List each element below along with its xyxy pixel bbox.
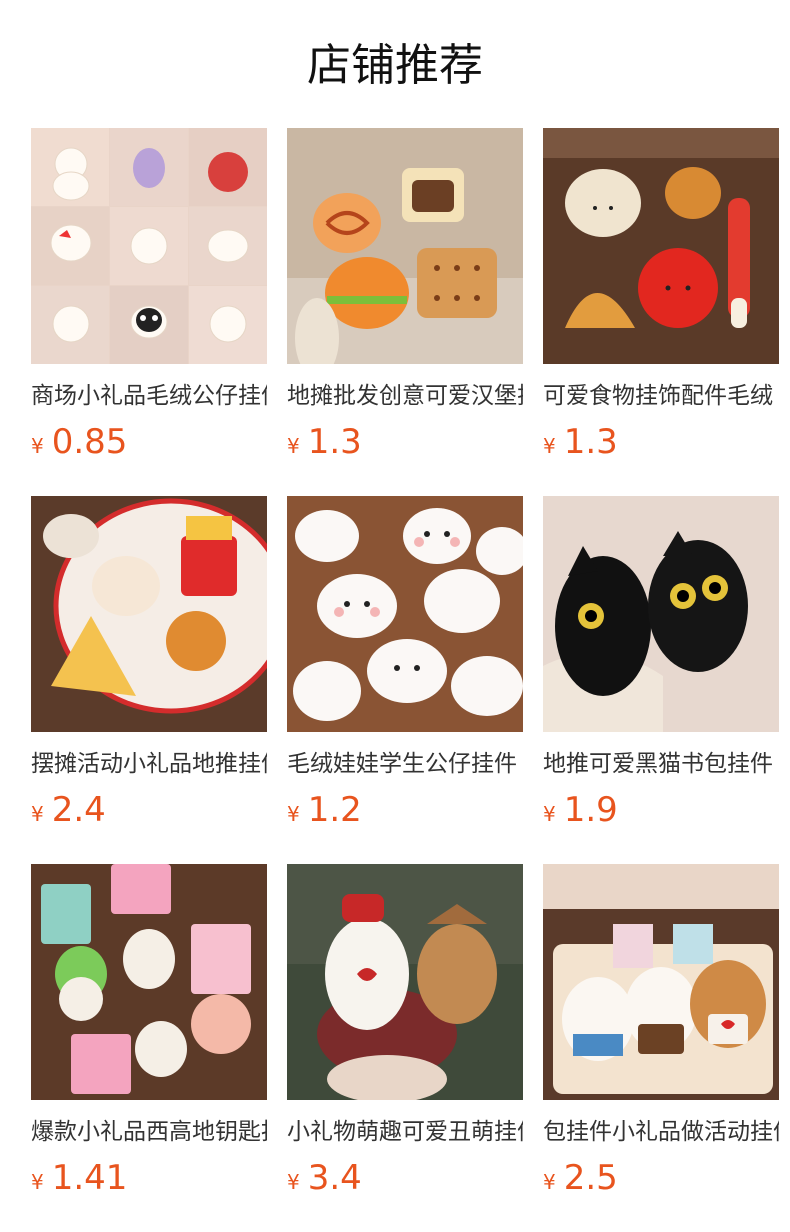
product-name[interactable]: 包挂件小礼品做活动挂件 bbox=[543, 1116, 779, 1148]
product-name[interactable]: 商场小礼品毛绒公仔挂件 bbox=[31, 380, 267, 412]
product-price: ¥ 2.4 bbox=[31, 788, 267, 832]
westie-plush-image[interactable] bbox=[31, 864, 267, 1100]
product-card[interactable]: 包挂件小礼品做活动挂件 ¥ 2.5 bbox=[543, 864, 779, 1232]
black-cat-plush-image[interactable] bbox=[543, 496, 779, 732]
product-price: ¥ 1.3 bbox=[287, 420, 523, 464]
price-amount: 1.3 bbox=[307, 422, 362, 462]
product-price: ¥ 3.4 bbox=[287, 1156, 523, 1200]
product-name[interactable]: 可爱食物挂饰配件毛绒 bbox=[543, 380, 779, 412]
product-name[interactable]: 地摊批发创意可爱汉堡挂件 bbox=[287, 380, 523, 412]
product-price: ¥ 1.41 bbox=[31, 1156, 267, 1200]
page-title: 店铺推荐 bbox=[307, 40, 483, 91]
product-card[interactable]: 商场小礼品毛绒公仔挂件 ¥ 0.85 bbox=[31, 128, 267, 496]
product-name[interactable]: 摆摊活动小礼品地推挂件 bbox=[31, 748, 267, 780]
cloud-plush-image[interactable] bbox=[287, 496, 523, 732]
product-card[interactable]: 毛绒娃娃学生公仔挂件 ¥ 1.2 bbox=[287, 496, 523, 864]
food-charm-image[interactable] bbox=[543, 128, 779, 364]
currency-symbol: ¥ bbox=[287, 434, 300, 458]
product-grid: 商场小礼品毛绒公仔挂件 ¥ 0.85 地摊批发创意可爱汉堡 ¥ 1.3 可爱食物… bbox=[31, 128, 779, 1232]
price-amount: 1.9 bbox=[563, 790, 618, 830]
price-amount: 0.85 bbox=[51, 422, 128, 462]
price-amount: 1.2 bbox=[307, 790, 362, 830]
product-price: ¥ 1.2 bbox=[287, 788, 523, 832]
product-price: ¥ 0.85 bbox=[31, 420, 267, 464]
currency-symbol: ¥ bbox=[543, 802, 556, 826]
product-card[interactable]: 爆款小礼品西高地钥匙扣 ¥ 1.41 bbox=[31, 864, 267, 1232]
dog-plush-image[interactable] bbox=[543, 864, 779, 1100]
currency-symbol: ¥ bbox=[31, 802, 44, 826]
currency-symbol: ¥ bbox=[31, 1170, 44, 1194]
price-amount: 1.3 bbox=[563, 422, 618, 462]
currency-symbol: ¥ bbox=[543, 434, 556, 458]
price-amount: 3.4 bbox=[307, 1158, 362, 1198]
product-price: ¥ 1.3 bbox=[543, 420, 779, 464]
currency-symbol: ¥ bbox=[31, 434, 44, 458]
product-name[interactable]: 地推可爱黑猫书包挂件 bbox=[543, 748, 779, 780]
currency-symbol: ¥ bbox=[287, 1170, 300, 1194]
product-name[interactable]: 毛绒娃娃学生公仔挂件 bbox=[287, 748, 523, 780]
currency-symbol: ¥ bbox=[287, 802, 300, 826]
food-plush-image[interactable] bbox=[287, 128, 523, 364]
price-amount: 2.4 bbox=[51, 790, 106, 830]
plush-keychain-grid-image[interactable] bbox=[31, 128, 267, 364]
product-card[interactable]: 可爱食物挂饰配件毛绒 ¥ 1.3 bbox=[543, 128, 779, 496]
product-name[interactable]: 小礼物萌趣可爱丑萌挂件 bbox=[287, 1116, 523, 1148]
currency-symbol: ¥ bbox=[543, 1170, 556, 1194]
product-card[interactable]: 地摊批发创意可爱汉堡挂件 ¥ 1.3 bbox=[287, 128, 523, 496]
product-card[interactable]: 地推可爱黑猫书包挂件 ¥ 1.9 bbox=[543, 496, 779, 864]
fries-plush-image[interactable] bbox=[31, 496, 267, 732]
product-name[interactable]: 爆款小礼品西高地钥匙扣 bbox=[31, 1116, 267, 1148]
product-card[interactable]: 小礼物萌趣可爱丑萌挂件 ¥ 3.4 bbox=[287, 864, 523, 1232]
price-amount: 2.5 bbox=[563, 1158, 618, 1198]
product-price: ¥ 2.5 bbox=[543, 1156, 779, 1200]
product-price: ¥ 1.9 bbox=[543, 788, 779, 832]
price-amount: 1.41 bbox=[51, 1158, 128, 1198]
product-card[interactable]: 摆摊活动小礼品地推挂件 ¥ 2.4 bbox=[31, 496, 267, 864]
bear-scrunchie-image[interactable] bbox=[287, 864, 523, 1100]
